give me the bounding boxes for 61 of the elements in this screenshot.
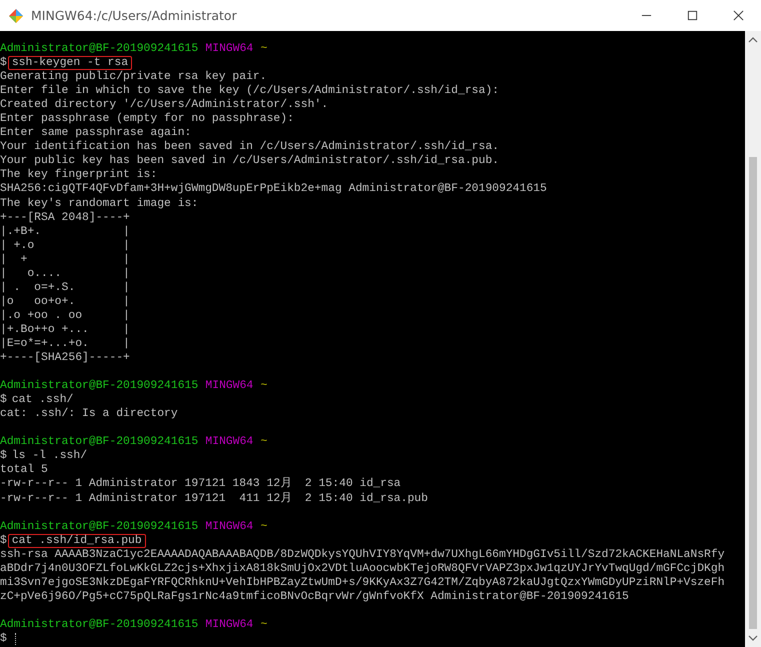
output-line: |.+B+. | bbox=[0, 224, 130, 239]
output-line: zC+pVe6j96O/Pg5+cC75pQLRaFgs1rNc4a9tmficoBNvOcBqrvWr/gWnfvoKfX Administrator@BF-201909241615 bbox=[0, 590, 629, 604]
prompt-dir: ~ bbox=[260, 520, 268, 534]
command-text: ls -l .ssh/ bbox=[10, 449, 88, 464]
output-line: Enter file in which to save the key (/c/Users/Administrator/.ssh/id_rsa): bbox=[0, 84, 499, 98]
prompt-shell: MINGW64 bbox=[205, 618, 254, 632]
prompt-sign: $ bbox=[0, 632, 7, 646]
prompt-sign: $ bbox=[0, 56, 7, 70]
command-text: cat .ssh/id_rsa.pub bbox=[8, 534, 146, 548]
prompt-shell: MINGW64 bbox=[205, 42, 254, 56]
output-line: | + | bbox=[0, 252, 130, 267]
output-line: -rw-r--r-- 1 Administrator 197121 1843 12月 2 15:40 id_rsa bbox=[0, 477, 401, 492]
prompt-shell: MINGW64 bbox=[205, 435, 254, 450]
command-text: ssh-keygen -t rsa bbox=[8, 56, 132, 70]
output-line: SHA256:cigQTF4QFvDfam+3H+wjGWmgDW8upErPpEikb2e+mag Administrator@BF-201909241615 bbox=[0, 182, 547, 197]
output-line: | o.... | bbox=[0, 266, 130, 281]
output-line: |o oo+o+. | bbox=[0, 294, 130, 309]
output-line: |+.Bo++o +... | bbox=[0, 322, 130, 337]
output-line: Generating public/private rsa key pair. bbox=[0, 70, 267, 84]
prompt-user-host: Administrator@BF-201909241615 bbox=[0, 42, 198, 56]
prompt-sign: $ bbox=[0, 449, 7, 464]
scroll-up-icon[interactable] bbox=[748, 36, 758, 44]
prompt-user-host: Administrator@BF-201909241615 bbox=[0, 435, 198, 450]
scroll-down-icon[interactable] bbox=[748, 634, 758, 642]
prompt-shell: MINGW64 bbox=[205, 520, 254, 534]
prompt-dir: ~ bbox=[260, 618, 268, 632]
output-line: -rw-r--r-- 1 Administrator 197121 411 12月 2 15:40 id_rsa.pub bbox=[0, 492, 428, 506]
prompt-user-host: Administrator@BF-201909241615 bbox=[0, 618, 198, 632]
prompt-sign: $ bbox=[0, 393, 7, 408]
output-line: Your identification has been saved in /c/Users/Administrator/.ssh/id_rsa. bbox=[0, 140, 499, 154]
close-icon bbox=[732, 10, 744, 21]
output-line: cat: .ssh/: Is a directory bbox=[0, 407, 178, 422]
output-line: | . o=+.S. | bbox=[0, 280, 130, 295]
output-line: ssh-rsa AAAAB3NzaC1yc2EAAAADAQABAAABAQDB/8DzWQDkysYQUhVIY8YqVM+dw7UXhgL66mYHDgGIv5ill/Szd72kACKEHaNLaNsRfy bbox=[0, 548, 725, 562]
output-line: The key's randomart image is: bbox=[0, 196, 198, 211]
app-icon bbox=[8, 8, 24, 24]
prompt-dir: ~ bbox=[260, 42, 268, 56]
output-line: The key fingerprint is: bbox=[0, 168, 158, 182]
prompt-sign: $ bbox=[0, 534, 7, 548]
output-line: Enter same passphrase again: bbox=[0, 126, 192, 140]
output-line: |E=o*=+...+o. | bbox=[0, 336, 130, 352]
scrollbar-thumb[interactable] bbox=[749, 157, 757, 629]
maximize-icon bbox=[686, 10, 698, 21]
output-line: | +.o | bbox=[0, 238, 130, 253]
output-line: mi3Svn7ejgoSE3NkzDEgaFYRFQCRhknU+VehIbHPBZayZtwUmD+s/9KKyAx3Z7G42TM/ZqbyA872kaUJgtQzxYWmGDyUPziRNlP+VszeFh bbox=[0, 576, 725, 590]
output-line: +----[SHA256]-----+ bbox=[0, 351, 130, 366]
prompt-shell: MINGW64 bbox=[205, 379, 254, 394]
window-title: MINGW64:/c/Users/Administrator bbox=[31, 8, 237, 23]
prompt-dir: ~ bbox=[260, 435, 268, 450]
output-line: Your public key has been saved in /c/Users/Administrator/.ssh/id_rsa.pub. bbox=[0, 154, 499, 168]
output-line: Enter passphrase (empty for no passphrase): bbox=[0, 112, 294, 126]
prompt-user-host: Administrator@BF-201909241615 bbox=[0, 520, 198, 534]
output-line: total 5 bbox=[0, 463, 48, 478]
output-line: Created directory '/c/Users/Administrator/.ssh'. bbox=[0, 98, 328, 112]
prompt-user-host: Administrator@BF-201909241615 bbox=[0, 379, 198, 394]
output-line: |.o +oo . oo | bbox=[0, 308, 130, 323]
command-text: cat .ssh/ bbox=[10, 393, 74, 408]
output-line: +---[RSA 2048]----+ bbox=[0, 210, 130, 225]
scrollbar[interactable] bbox=[745, 31, 761, 647]
prompt-dir: ~ bbox=[260, 379, 268, 394]
output-line: aBDdr7j4n0U3OFZLfoLwKkGLZ2cjs+XhxjixA818kSmUjOx2VDtluAoocwbKTejoRW8QFVrVAPZ3pxJw1qzUYJrYvTwqUgd/mGFCcjDKgh bbox=[0, 562, 725, 576]
